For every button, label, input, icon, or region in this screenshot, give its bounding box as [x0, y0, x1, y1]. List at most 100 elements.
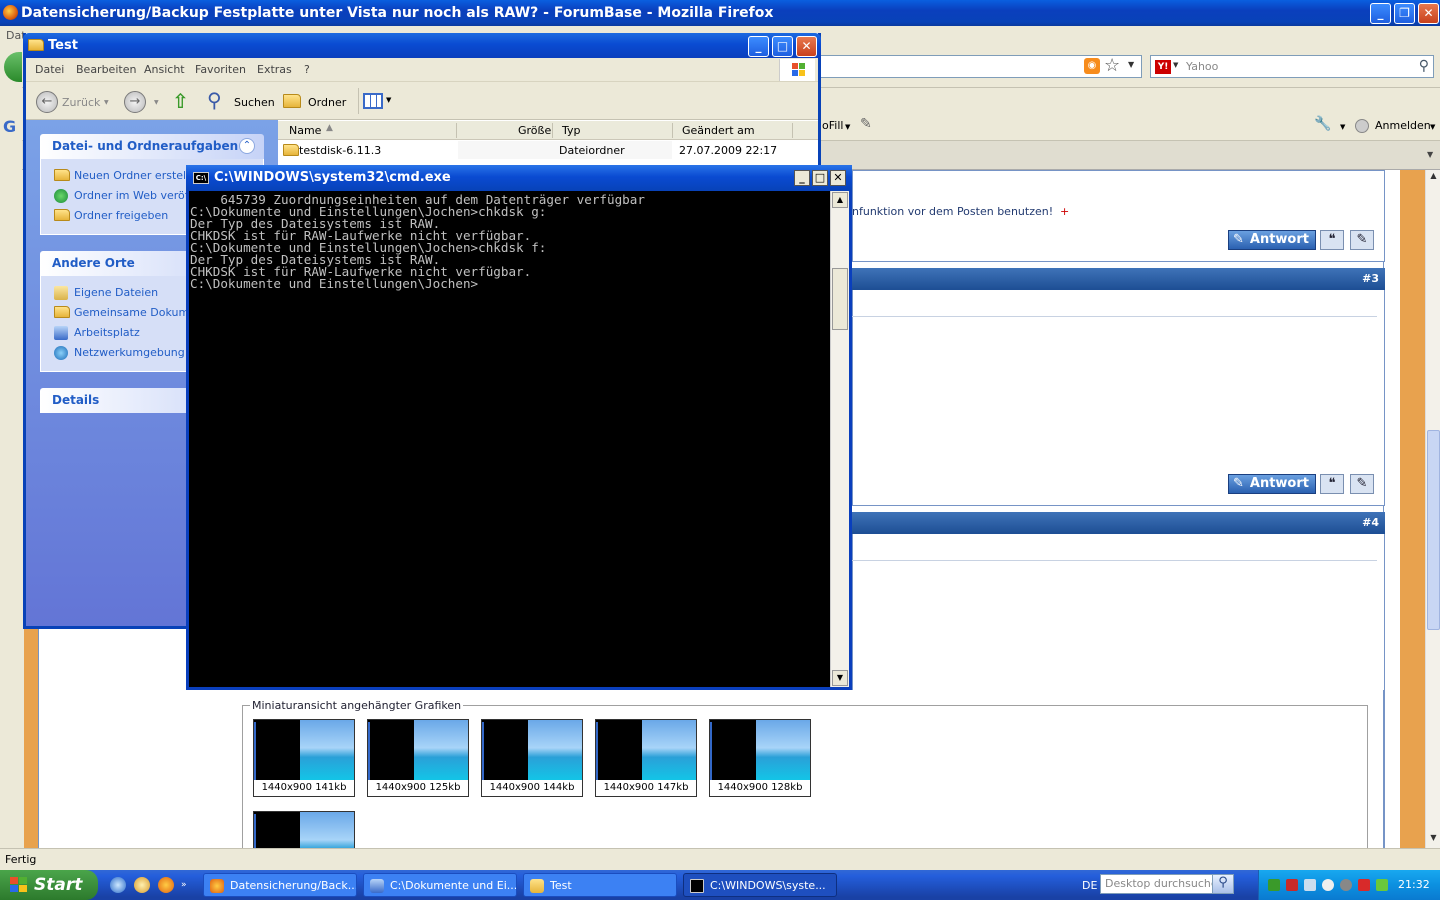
taskbar-task-test[interactable]: Test — [523, 873, 677, 897]
post-separator — [852, 316, 1377, 317]
windows-logo-icon — [779, 59, 815, 81]
edit-button[interactable]: ✎ — [1350, 230, 1374, 250]
quote-button[interactable]: ❝ — [1320, 230, 1344, 250]
cmd-close-button[interactable]: ✕ — [830, 170, 846, 186]
firefox-close-button[interactable]: ✕ — [1418, 3, 1439, 24]
tasks-title: Datei- und Ordneraufgaben — [52, 139, 239, 153]
ie-icon[interactable] — [110, 877, 126, 893]
tray-network-icon[interactable] — [1268, 879, 1280, 891]
attachment-thumbnail[interactable]: 1440x900 141kb — [253, 719, 355, 797]
attachment-thumbnail[interactable]: 1440x900 125kb — [367, 719, 469, 797]
back-icon[interactable]: ← — [36, 91, 58, 113]
place-my-computer[interactable]: Arbeitsplatz — [74, 326, 140, 339]
places-title: Andere Orte — [52, 256, 135, 270]
tray-display-icon[interactable] — [1304, 879, 1316, 891]
place-my-documents[interactable]: Eigene Dateien — [74, 286, 158, 299]
tray-antivirus-icon[interactable] — [1286, 879, 1298, 891]
firefox-maximize-button[interactable]: ❐ — [1394, 3, 1415, 24]
scroll-down-icon[interactable]: ▼ — [832, 670, 848, 686]
back-dropdown-icon[interactable]: ▼ — [104, 99, 109, 106]
console-output[interactable]: 645739 Zuordnungseinheiten auf dem Daten… — [189, 191, 830, 687]
firefox-quicklaunch-icon[interactable] — [158, 877, 174, 893]
firefox-minimize-button[interactable]: _ — [1370, 3, 1391, 24]
column-size[interactable]: Größe — [518, 124, 551, 137]
scroll-thumb[interactable] — [1427, 430, 1440, 630]
quicklaunch-more-icon[interactable]: » — [181, 880, 187, 890]
menu-extras[interactable]: Extras — [257, 63, 292, 76]
menu-favoriten[interactable]: Favoriten — [195, 63, 246, 76]
taskbar-task-explorer[interactable]: C:\Dokumente und Ei... — [363, 873, 517, 897]
taskbar-task-cmd[interactable]: C:\WINDOWS\syste... — [683, 873, 837, 897]
column-modified[interactable]: Geändert am — [682, 124, 755, 137]
wrench-icon[interactable]: 🔧 — [1314, 116, 1331, 132]
search-button[interactable]: Suchen — [234, 96, 275, 109]
menu-help[interactable]: ? — [304, 63, 310, 76]
column-type[interactable]: Typ — [562, 124, 581, 137]
tray-search-icon[interactable] — [1322, 879, 1334, 891]
folder-up-icon[interactable]: ⇧ — [172, 89, 189, 113]
scroll-down-icon[interactable]: ▼ — [1427, 833, 1440, 847]
tray-security-icon[interactable] — [1358, 879, 1370, 891]
file-modified: 27.07.2009 22:17 — [679, 144, 778, 157]
views-button[interactable]: ▼ — [358, 88, 394, 114]
cmd-minimize-button[interactable]: _ — [794, 170, 810, 186]
post-3-number[interactable]: #3 — [1362, 272, 1379, 285]
scroll-thumb[interactable] — [832, 268, 848, 330]
taskbar-task-firefox[interactable]: Datensicherung/Back... — [203, 873, 357, 897]
answer-button[interactable]: Antwort — [1228, 230, 1316, 250]
collapse-icon[interactable]: ⌃ — [239, 138, 255, 154]
post-4-number[interactable]: #4 — [1362, 516, 1379, 529]
search-engine-dropdown-icon[interactable]: ▼ — [1173, 61, 1178, 69]
search-icon[interactable]: ⚲ — [207, 88, 222, 112]
desktop-search-icon[interactable]: ⚲ — [1212, 874, 1234, 894]
post-hint-plus: + — [1060, 205, 1070, 218]
attachment-thumbnail[interactable] — [253, 811, 355, 848]
column-name[interactable]: Name — [289, 124, 321, 137]
forward-dropdown-icon[interactable]: ▼ — [154, 99, 159, 106]
shared-documents-icon — [54, 306, 70, 318]
language-indicator[interactable]: DE — [1082, 879, 1097, 892]
mail-icon[interactable] — [134, 877, 150, 893]
forward-icon[interactable]: → — [124, 91, 146, 113]
anmelden-button[interactable]: Anmelden — [1375, 119, 1431, 132]
toolbar-fill-button[interactable]: oFill — [822, 119, 843, 132]
edit-button[interactable]: ✎ — [1350, 474, 1374, 494]
quote-button[interactable]: ❝ — [1320, 474, 1344, 494]
attachment-thumbnail[interactable]: 1440x900 128kb — [709, 719, 811, 797]
tray-volume-icon[interactable] — [1340, 879, 1352, 891]
cmd-scrollbar[interactable]: ▲ ▼ — [830, 191, 849, 687]
menu-ansicht[interactable]: Ansicht — [144, 63, 185, 76]
menu-bearbeiten[interactable]: Bearbeiten — [76, 63, 136, 76]
scroll-up-icon[interactable]: ▲ — [1427, 171, 1440, 185]
url-dropdown-icon[interactable]: ▼ — [1128, 60, 1134, 69]
anmelden-dropdown-icon[interactable]: ▼ — [1430, 123, 1435, 131]
task-share-folder[interactable]: Ordner freigeben — [74, 209, 168, 222]
tray-nvidia-icon[interactable] — [1376, 879, 1388, 891]
wrench-dropdown-icon[interactable]: ▼ — [1340, 123, 1345, 131]
pencil-icon[interactable]: ✎ — [860, 116, 872, 132]
explorer-minimize-button[interactable]: _ — [748, 36, 769, 57]
web-scrollbar[interactable]: ▲ ▼ — [1425, 170, 1440, 848]
cmd-icon — [690, 879, 704, 893]
answer-button[interactable]: Antwort — [1228, 474, 1316, 494]
tasks-group-header[interactable]: Datei- und Ordneraufgaben — [40, 134, 264, 159]
cmd-maximize-button[interactable]: □ — [812, 170, 828, 186]
search-box[interactable]: Y! ▼ Yahoo ⚲ — [1150, 55, 1434, 78]
tab-list-icon[interactable]: ▼ — [1427, 150, 1433, 159]
menu-datei[interactable]: Datei — [35, 63, 64, 76]
views-dropdown-icon[interactable]: ▼ — [386, 96, 391, 104]
place-network[interactable]: Netzwerkumgebung — [74, 346, 185, 359]
explorer-close-button[interactable]: ✕ — [796, 36, 817, 57]
bookmark-star-icon[interactable]: ☆ — [1104, 55, 1120, 76]
search-icon[interactable]: ⚲ — [1419, 58, 1429, 74]
task-new-folder[interactable]: Neuen Ordner erstellen — [74, 169, 203, 182]
attachment-thumbnail[interactable]: 1440x900 147kb — [595, 719, 697, 797]
fill-dropdown-icon[interactable]: ▼ — [845, 123, 850, 131]
explorer-maximize-button[interactable]: □ — [772, 36, 793, 57]
attachment-thumbnail[interactable]: 1440x900 144kb — [481, 719, 583, 797]
rss-icon[interactable]: ◉ — [1084, 58, 1100, 74]
scroll-up-icon[interactable]: ▲ — [832, 192, 848, 208]
folders-button[interactable]: Ordner — [308, 96, 346, 109]
folders-icon[interactable] — [283, 94, 301, 108]
back-button[interactable]: Zurück — [62, 96, 100, 109]
